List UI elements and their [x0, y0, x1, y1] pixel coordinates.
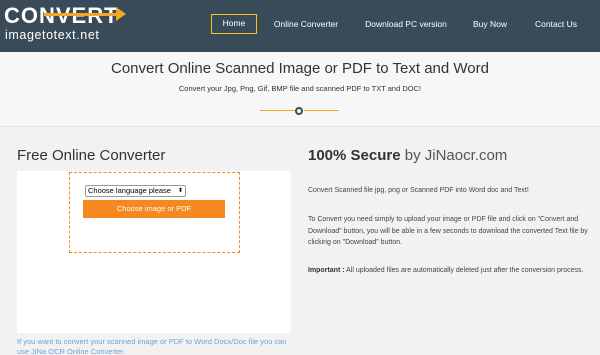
page-title: Convert Online Scanned Image or PDF to T… [111, 60, 489, 77]
important-text: All uploaded files are automatically del… [344, 267, 584, 274]
choose-file-button[interactable]: Choose image or PDF [83, 200, 225, 218]
important-label: Important : [308, 267, 345, 274]
language-select-value: Choose language please [88, 186, 171, 195]
site-logo[interactable]: CONVERT imagetotext.net [4, 3, 128, 47]
site-header: CONVERT imagetotext.net Home Online Conv… [0, 0, 600, 52]
nav-contact-us[interactable]: Contact Us [530, 14, 582, 34]
info-heading-strong: 100% Secure [308, 147, 401, 164]
nav-download-pc-version[interactable]: Download PC version [362, 14, 450, 34]
page-subtitle: Convert your Jpg, Png, Gif, BMP file and… [178, 84, 422, 93]
nav-buy-now[interactable]: Buy Now [468, 14, 512, 34]
divider-circle-icon [295, 107, 303, 115]
info-paragraph-1: Convert Scanned file jpg, png or Scanned… [308, 187, 529, 194]
divider-line-right [304, 110, 339, 111]
logo-domain: imagetotext.net [5, 28, 100, 42]
info-heading-by: by JiNaocr.com [400, 147, 508, 164]
info-heading: 100% Secure by JiNaocr.com [308, 147, 507, 164]
logo-arrow-icon [116, 7, 126, 21]
nav-online-converter[interactable]: Online Converter [270, 14, 342, 34]
divider-line-left [260, 110, 295, 111]
logo-wordmark: CONVERT [4, 3, 119, 29]
converter-note-link[interactable]: If you want to convert your scanned imag… [17, 337, 297, 355]
converter-heading: Free Online Converter [17, 147, 166, 164]
info-paragraph-3: Important : All uploaded files are autom… [308, 265, 588, 277]
select-arrows-icon: ⬍ [177, 188, 183, 194]
info-paragraph-2: To Convert you need simply to upload you… [308, 216, 588, 246]
logo-arrow-line [44, 13, 118, 16]
language-select[interactable]: Choose language please ⬍ [85, 185, 186, 197]
nav-home[interactable]: Home [211, 14, 257, 34]
